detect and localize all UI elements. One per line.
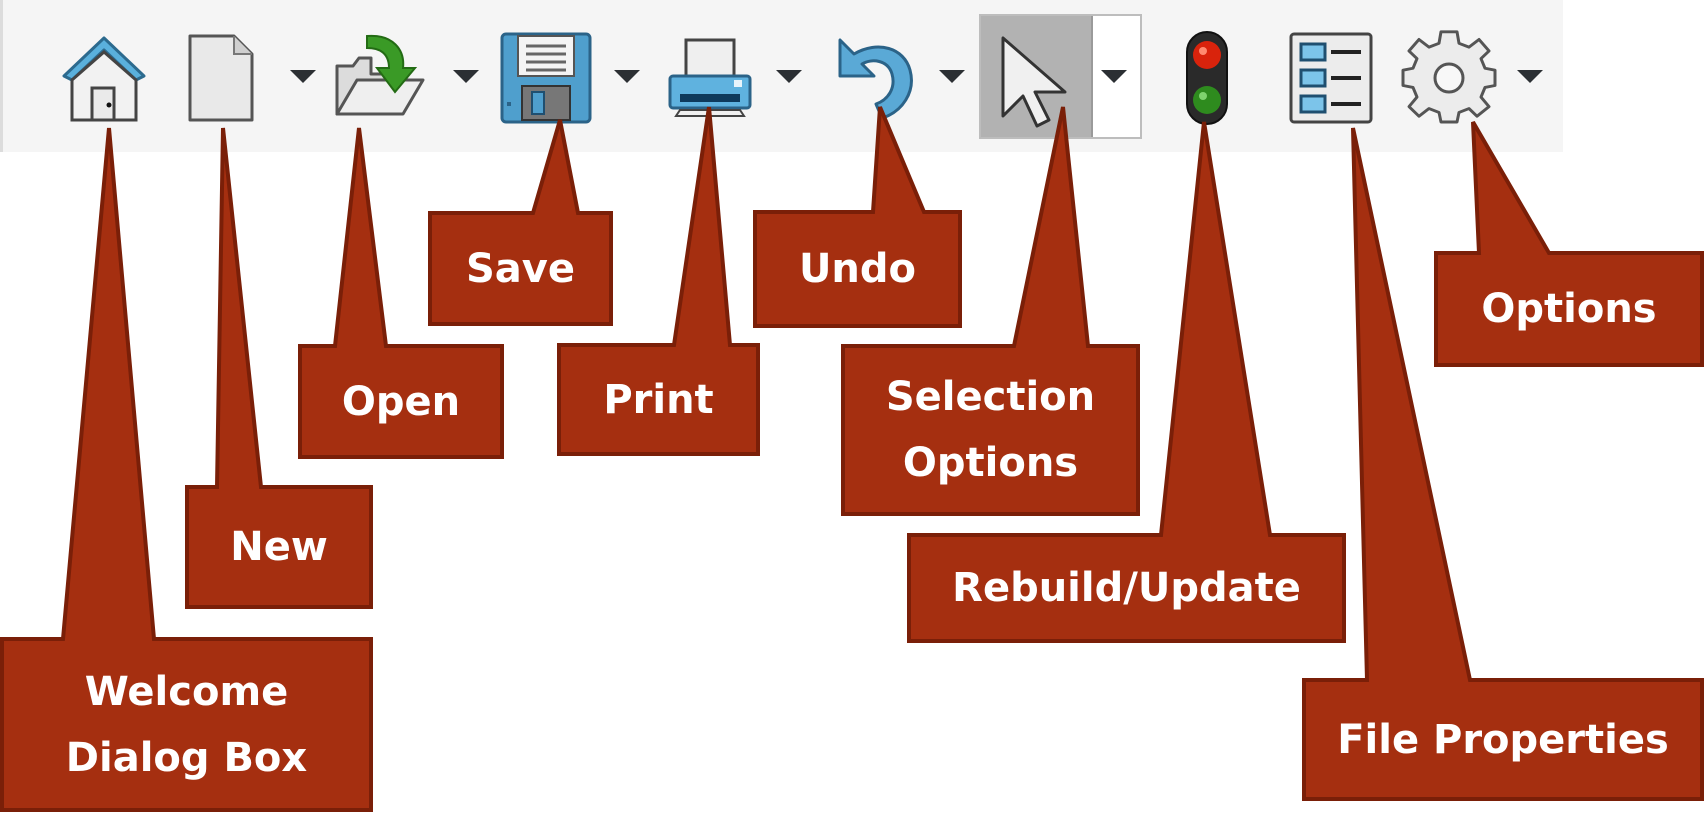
new-dropdown-arrow[interactable] [290, 70, 316, 83]
floppy-disk-icon [500, 32, 592, 124]
callout-welcome-label: Welcome Dialog Box [65, 668, 308, 781]
save-button[interactable] [498, 30, 594, 126]
select-button[interactable] [981, 16, 1093, 137]
new-document-icon [188, 34, 254, 122]
print-button[interactable] [662, 30, 758, 126]
options-button[interactable] [1401, 30, 1497, 126]
gear-icon [1401, 30, 1497, 124]
callout-open-label: Open [341, 378, 461, 425]
cursor-arrow-icon [1001, 36, 1067, 128]
undo-dropdown-arrow[interactable] [939, 70, 965, 83]
callout-options-label: Options [1481, 286, 1657, 332]
open-dropdown-arrow[interactable] [453, 70, 479, 83]
file-properties-button[interactable] [1283, 30, 1379, 126]
callout-undo-label: Undo [798, 246, 917, 292]
traffic-light-icon [1186, 31, 1228, 125]
open-folder-icon [335, 34, 425, 116]
home-icon [62, 36, 146, 122]
print-dropdown-arrow[interactable] [776, 70, 802, 83]
main-toolbar [0, 0, 1563, 152]
printer-icon [668, 38, 752, 117]
select-dropdown-arrow[interactable] [1101, 70, 1127, 83]
open-button[interactable] [331, 30, 427, 126]
callout-file-properties-label: File Properties [1337, 716, 1669, 763]
callout-save-label: Save [465, 245, 575, 292]
selection-button-group [979, 14, 1142, 139]
properties-list-icon [1289, 32, 1373, 124]
callout-selection-label: Selection Options [885, 374, 1096, 486]
callout-rebuild-label: Rebuild/Update [952, 565, 1301, 611]
options-dropdown-arrow[interactable] [1517, 70, 1543, 83]
new-button[interactable] [172, 30, 268, 126]
undo-button[interactable] [830, 30, 926, 126]
rebuild-button[interactable] [1159, 30, 1255, 126]
callout-new-label: New [230, 524, 328, 570]
save-dropdown-arrow[interactable] [614, 70, 640, 83]
undo-arrow-icon [838, 38, 913, 120]
home-button[interactable] [56, 30, 152, 126]
callout-print-label: Print [603, 376, 714, 423]
